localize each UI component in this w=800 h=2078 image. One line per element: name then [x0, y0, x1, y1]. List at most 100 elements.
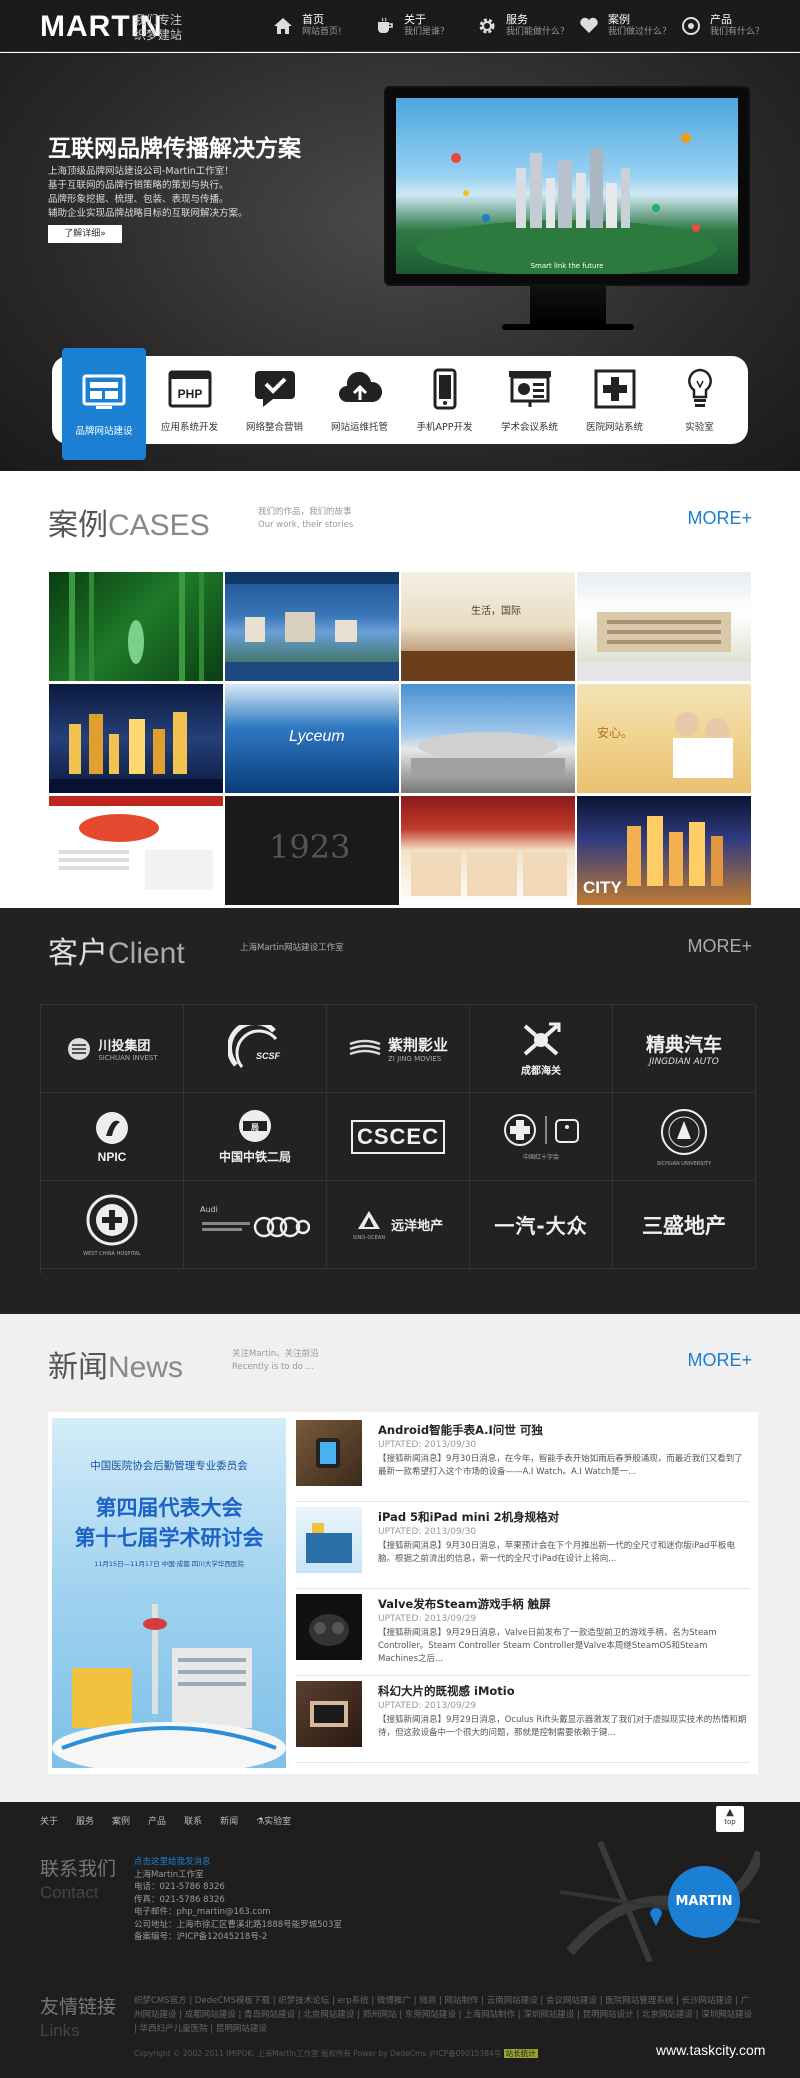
- monitor-stand-base: [502, 324, 634, 330]
- news-item[interactable]: Android智能手表A.I问世 可独 UPTATED: 2013/09/30 …: [296, 1418, 750, 1502]
- service-item-app-dev[interactable]: PHP 应用系统开发: [147, 356, 232, 444]
- stats-badge[interactable]: 站长统计: [503, 2049, 538, 2058]
- client-logo-faw-vw[interactable]: 一汽-大众: [470, 1181, 613, 1269]
- client-section: 客户Client 上海Martin网站建设工作室 MORE+ 川投集团 SICHU…: [0, 908, 800, 1314]
- footer-link-about[interactable]: 关于: [40, 1814, 58, 1827]
- news-title: 新闻News: [48, 1350, 184, 1385]
- service-item-brand-website[interactable]: 品牌网站建设: [62, 348, 146, 460]
- client-more-link[interactable]: MORE+: [687, 936, 752, 957]
- medical-cross-icon: [592, 367, 638, 411]
- client-logo-sino-ocean[interactable]: SINO-OCEAN 远洋地产: [327, 1181, 470, 1269]
- footer-link-products[interactable]: 产品: [148, 1814, 166, 1827]
- cases-subtitle: 我们的作品，我们的故事 Our work, their stories: [258, 507, 354, 530]
- news-item[interactable]: 科幻大片的既视感 iMotio UPTATED: 2013/09/29 【搜狐新…: [296, 1679, 750, 1763]
- client-logo-zijing-movies[interactable]: 紫荆影业 ZI JING MOVIES: [327, 1005, 470, 1093]
- client-logo-sichuan-university[interactable]: SICHUAN UNIVERSITY: [613, 1093, 756, 1181]
- target-icon: [680, 15, 702, 37]
- lightbulb-icon: [677, 367, 723, 411]
- footer-link-services[interactable]: 服务: [76, 1814, 94, 1827]
- contact-info: 点击这里给我发消息 上海Martin工作室 电话：021-5786 8326 传…: [134, 1856, 342, 1942]
- client-logo-audi[interactable]: Audi: [184, 1181, 327, 1269]
- client-logo-west-china-hospital[interactable]: WEST CHINA HOSPITAL: [41, 1181, 184, 1269]
- news-thumb-controller: [296, 1594, 362, 1660]
- cases-more-link[interactable]: MORE+: [687, 508, 752, 529]
- home-icon: [272, 15, 294, 37]
- hero-description: 上海顶级品牌网站建设公司-Martin工作室！ 基于互联网的品牌行销策略的策划与…: [48, 166, 248, 219]
- news-subtitle: 关注Martin、关注前沿 Recently is to do ...: [232, 1349, 319, 1372]
- client-logo-jingdian-auto[interactable]: 精典汽车 JINGDIAN AUTO: [613, 1005, 756, 1093]
- nav-item-home[interactable]: 首页 网站首页!: [268, 0, 370, 52]
- client-logo-scsf[interactable]: SCSF: [184, 1005, 327, 1093]
- friend-links[interactable]: 织梦CMS官方 | DedeCMS模板下载 | 织梦技术论坛 | erp系统 |…: [134, 1994, 754, 2036]
- screen-caption: Smart link the future: [530, 262, 604, 270]
- client-logo-crec[interactable]: 局 中国中铁二局: [184, 1093, 327, 1181]
- footer-link-cases[interactable]: 案例: [112, 1814, 130, 1827]
- news-feature-poster[interactable]: 中国医院协会后勤管理专业委员会 第四届代表大会 第十七届学术研讨会 11月15日…: [52, 1418, 286, 1768]
- nav-item-services[interactable]: 服务 我们能做什么？: [472, 0, 574, 52]
- footer-link-news[interactable]: 新闻: [220, 1814, 238, 1827]
- client-logo-red-cross[interactable]: 中国红十字会: [470, 1093, 613, 1181]
- service-item-hospital[interactable]: 医院网站系统: [572, 356, 657, 444]
- svg-text:SCSF: SCSF: [256, 1051, 281, 1061]
- main-nav: 首页 网站首页! 关于 我们是谁？ 服务 我们能做什么？ 案例 我们做过什么？ 产品 我们…: [268, 0, 778, 52]
- client-logo-npic[interactable]: NPIC: [41, 1093, 184, 1181]
- footer-link-contact[interactable]: 联系: [184, 1814, 202, 1827]
- learn-more-button[interactable]: 了解详细»: [48, 225, 122, 243]
- location-map[interactable]: MARTIN: [560, 1832, 760, 1962]
- site-footer: 关于 服务 案例 产品 联系 新闻 ⚗实验室 ▲ top 联系我们 Contac…: [0, 1802, 800, 2078]
- client-title: 客户Client: [48, 936, 185, 971]
- service-item-hosting[interactable]: 网站运维托管: [317, 356, 402, 444]
- monitor-display: Smart link the future: [384, 86, 750, 286]
- presentation-icon: [507, 367, 553, 411]
- service-item-conference[interactable]: 学术会议系统: [487, 356, 572, 444]
- case-tile-bamboo[interactable]: [49, 572, 223, 681]
- php-icon: PHP: [167, 367, 213, 411]
- case-tile-night-city[interactable]: [49, 684, 223, 793]
- lab-flask-icon: ⚗: [256, 1817, 265, 1827]
- map-badge: MARTIN: [668, 1866, 740, 1938]
- case-tile-international[interactable]: 生活，国际: [401, 572, 575, 681]
- news-item[interactable]: Valve发布Steam游戏手柄 触屏 UPTATED: 2013/09/29 …: [296, 1592, 750, 1676]
- client-logo-cscec[interactable]: CSCEC: [327, 1093, 470, 1181]
- footer-link-lab[interactable]: ⚗实验室: [256, 1814, 291, 1827]
- cases-grid: 生活，国际 Lyceum 安心。 1923 CITY: [49, 572, 752, 906]
- footer-nav: 关于 服务 案例 产品 联系 新闻 ⚗实验室: [40, 1814, 291, 1827]
- news-item[interactable]: iPad 5和iPad mini 2机身规格对 UPTATED: 2013/09…: [296, 1505, 750, 1589]
- hero-title: 互联网品牌传播解决方案: [48, 136, 301, 162]
- cloud-upload-icon: [337, 367, 383, 411]
- coffee-icon: [374, 15, 396, 37]
- case-tile-city[interactable]: CITY: [577, 796, 751, 905]
- svg-text:PHP: PHP: [177, 387, 202, 401]
- news-list: Android智能手表A.I问世 可独 UPTATED: 2013/09/30 …: [296, 1418, 750, 1766]
- case-tile-family[interactable]: 安心。: [577, 684, 751, 793]
- monitor-screen-image: Smart link the future: [396, 98, 738, 274]
- back-to-top-button[interactable]: ▲ top: [716, 1806, 744, 1832]
- case-tile-lake-city[interactable]: [225, 572, 399, 681]
- case-tile-expo[interactable]: [401, 684, 575, 793]
- nav-item-products[interactable]: 产品 我们有什么？: [676, 0, 778, 52]
- qq-message-link[interactable]: 点击这里给我发消息: [134, 1856, 342, 1869]
- nav-item-cases[interactable]: 案例 我们做过什么？: [574, 0, 676, 52]
- client-section-header: 客户Client 上海Martin网站建设工作室 MORE+: [48, 928, 752, 972]
- nav-item-about[interactable]: 关于 我们是谁？: [370, 0, 472, 52]
- client-logo-chengdu-customs[interactable]: 成都海关: [470, 1005, 613, 1093]
- mobile-icon: [422, 367, 468, 411]
- news-more-link[interactable]: MORE+: [687, 1350, 752, 1371]
- news-section-header: 新闻News 关注Martin、关注前沿 Recently is to do .…: [48, 1342, 752, 1386]
- service-item-marketing[interactable]: 网络整合营销: [232, 356, 317, 444]
- case-tile-portal[interactable]: [49, 796, 223, 905]
- service-item-mobile-app[interactable]: 手机APP开发: [402, 356, 487, 444]
- case-tile-red-portal[interactable]: [401, 796, 575, 905]
- arrow-up-icon: ▲: [726, 1807, 734, 1818]
- case-tile-1923[interactable]: 1923: [225, 796, 399, 905]
- client-logo-sansheng[interactable]: 三盛地产: [613, 1181, 756, 1269]
- svg-text:局: 局: [250, 1123, 259, 1132]
- services-bar: 品牌网站建设 PHP 应用系统开发 网络整合营销 网站运维托管 手机APP开发 …: [52, 348, 748, 460]
- client-logo-sichuan-invest[interactable]: 川投集团 SICHUAN INVEST: [41, 1005, 184, 1093]
- case-tile-lyceum[interactable]: Lyceum: [225, 684, 399, 793]
- map-pin-icon: [650, 1908, 662, 1926]
- client-logo-grid: 川投集团 SICHUAN INVEST SCSF 紫荆影业 ZI JING MOVI…: [40, 1004, 756, 1274]
- cases-title: 案例CASES: [48, 508, 210, 543]
- case-tile-school[interactable]: [577, 572, 751, 681]
- service-item-lab[interactable]: 实验室: [657, 356, 742, 444]
